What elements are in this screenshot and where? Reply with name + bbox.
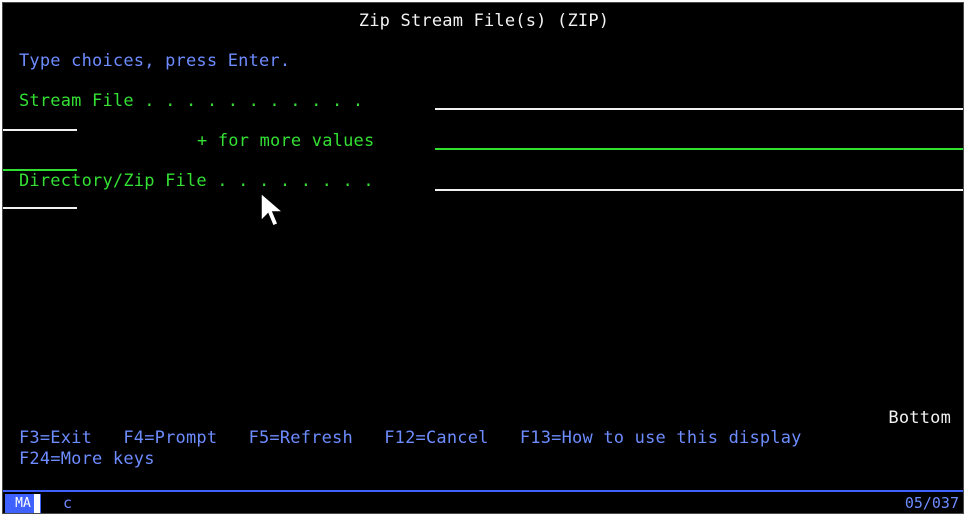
bottom-indicator: Bottom <box>888 408 951 428</box>
directory-zip-label: Directory/Zip File . . . . . . . . <box>19 171 374 191</box>
directory-zip-input[interactable] <box>435 189 963 191</box>
terminal-screen[interactable]: Zip Stream File(s) (ZIP) Type choices, p… <box>2 2 964 514</box>
cursor-position: 05/037 <box>904 494 959 512</box>
status-bar: MA c 05/037 <box>3 490 963 513</box>
input-mode-indicator: c <box>63 494 73 512</box>
cursor-block <box>34 494 40 513</box>
mouse-pointer-icon <box>260 191 285 227</box>
screen-title: Zip Stream File(s) (ZIP) <box>358 11 610 31</box>
more-values-label: + for more values <box>197 131 375 151</box>
function-keys-row-2[interactable]: F24=More keys <box>19 449 155 469</box>
function-keys-row-1[interactable]: F3=Exit F4=Prompt F5=Refresh F12=Cancel … <box>19 428 802 448</box>
stream-file-input[interactable] <box>435 108 963 110</box>
instruction-text: Type choices, press Enter. <box>19 51 291 71</box>
directory-zip-continuation-field[interactable] <box>3 207 77 209</box>
stream-file-continuation-field[interactable] <box>3 129 77 131</box>
more-values-input[interactable] <box>435 148 963 150</box>
stream-file-label: Stream File . . . . . . . . . . . <box>19 91 364 111</box>
